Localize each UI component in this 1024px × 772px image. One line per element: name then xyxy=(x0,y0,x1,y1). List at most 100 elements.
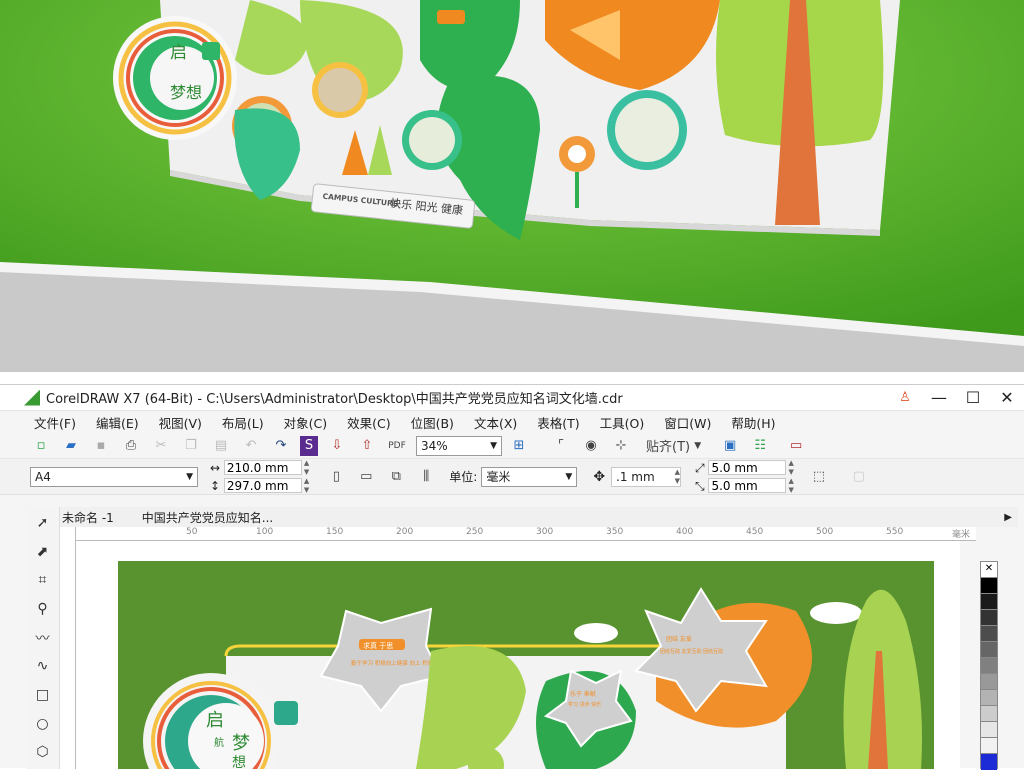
welcome-screen-icon[interactable]: ▣ xyxy=(719,436,741,456)
page-layout-icon[interactable]: ▢ xyxy=(848,467,870,487)
portrait-icon[interactable]: ▯ xyxy=(325,467,347,487)
pick-tool-icon[interactable]: ➚ xyxy=(30,511,56,535)
menu-file[interactable]: 文件(F) xyxy=(34,413,76,432)
ruler-tick: 550 xyxy=(886,527,904,537)
user-icon[interactable]: ♙ xyxy=(888,388,922,408)
undo-icon[interactable]: ↶ xyxy=(240,436,262,456)
dup-y-input[interactable] xyxy=(708,478,787,493)
swatch-90[interactable] xyxy=(981,594,997,610)
no-fill-swatch[interactable]: ✕ xyxy=(981,562,997,578)
close-button[interactable]: ✕ xyxy=(990,388,1024,408)
tab-untitled[interactable]: 未命名 -1 xyxy=(58,509,138,526)
nudge-distance-value: .1 mm xyxy=(616,469,655,484)
rectangle-tool-icon[interactable]: □ xyxy=(30,683,56,707)
ellipse-tool-icon[interactable]: ○ xyxy=(30,712,56,736)
swatch-70[interactable] xyxy=(981,626,997,642)
ruler-tick: 500 xyxy=(816,527,834,537)
all-pages-icon[interactable]: ⧉ xyxy=(385,467,407,487)
document-tabs: 未命名 -1 中国共产党党员应知名... ▶ xyxy=(58,507,1018,527)
ruler-tick: 100 xyxy=(256,527,274,537)
badge-text-top: 启 xyxy=(170,43,187,63)
nudge-distance-input[interactable]: .1 mm ▲ ▼ xyxy=(611,466,682,487)
star1-text: 勤于学习 积极向上健康 向上 积极 xyxy=(351,659,434,667)
menu-effects[interactable]: 效果(C) xyxy=(347,413,390,432)
swatch-80[interactable] xyxy=(981,610,997,626)
landscape-icon[interactable]: ▭ xyxy=(355,467,377,487)
open-folder-icon[interactable]: ▰ xyxy=(60,436,82,456)
width-spinner[interactable]: ▲ ▼ xyxy=(304,459,309,477)
menu-help[interactable]: 帮助(H) xyxy=(731,413,775,432)
current-page-icon[interactable]: ⫼ xyxy=(415,467,437,487)
menu-layout[interactable]: 布局(L) xyxy=(222,413,264,432)
page-height-input[interactable] xyxy=(223,478,302,493)
ruler-tick: 250 xyxy=(466,527,484,537)
swatch-5[interactable] xyxy=(981,738,997,754)
page-width-input[interactable] xyxy=(223,460,302,475)
search-content-icon[interactable]: S xyxy=(300,435,318,456)
copy-icon[interactable]: ❐ xyxy=(180,436,202,456)
star2-text: 学习 进步 快乐 xyxy=(568,701,601,708)
dup-x-spinner[interactable]: ▲ ▼ xyxy=(788,459,793,477)
chevron-down-icon: ▼ xyxy=(186,471,193,482)
shape-tool-icon[interactable]: ⬈ xyxy=(30,540,56,564)
drawing-canvas[interactable]: 启 航 梦 想 求真 于思 勤于学习 积极向上健康 向上 积极 乐于 奉献 学习… xyxy=(76,541,960,772)
full-screen-icon[interactable]: ⊞ xyxy=(508,436,530,456)
save-icon[interactable]: ▪ xyxy=(90,436,112,456)
freehand-tool-icon[interactable]: 〰 xyxy=(30,626,56,650)
vertical-ruler xyxy=(60,527,76,769)
snap-to-menu[interactable]: 贴齐(T) ▼ xyxy=(646,436,701,456)
dup-x-input[interactable] xyxy=(708,460,787,475)
zoom-tool-icon[interactable]: ⚲ xyxy=(30,597,56,621)
nudge-spinner[interactable]: ▲ ▼ xyxy=(675,468,680,486)
minimize-button[interactable]: — xyxy=(922,388,956,408)
menu-bar: 文件(F) 编辑(E) 视图(V) 布局(L) 对象(C) 效果(C) 位图(B… xyxy=(0,411,1024,433)
swatch-10[interactable] xyxy=(981,722,997,738)
dup-y-spinner[interactable]: ▲ ▼ xyxy=(788,477,793,495)
tab-scroll-right-icon[interactable]: ▶ xyxy=(1004,512,1018,523)
snap-to-label: 贴齐(T) xyxy=(646,440,691,455)
height-icon: ↕ xyxy=(210,478,224,493)
swatch-black[interactable] xyxy=(981,578,997,594)
chevron-down-icon: ▼ xyxy=(565,471,573,482)
coreldraw-logo-icon xyxy=(24,389,40,406)
new-document-icon[interactable]: ▫ xyxy=(30,436,52,456)
title-bar: CorelDRAW X7 (64-Bit) - C:\Users\Adminis… xyxy=(0,385,1024,411)
paste-icon[interactable]: ▤ xyxy=(210,436,232,456)
import-icon[interactable]: ⇩ xyxy=(326,436,348,456)
crop-tool-icon[interactable]: ⌗ xyxy=(30,568,56,592)
star2-title: 乐于 奉献 xyxy=(570,690,596,698)
print-icon[interactable]: ⎙ xyxy=(120,436,142,456)
menu-object[interactable]: 对象(C) xyxy=(284,413,327,432)
menu-window[interactable]: 窗口(W) xyxy=(664,413,711,432)
menu-table[interactable]: 表格(T) xyxy=(537,413,579,432)
menu-bitmap[interactable]: 位图(B) xyxy=(411,413,454,432)
publish-pdf-icon[interactable]: PDF xyxy=(386,436,408,456)
launch-app-icon[interactable]: ▭ xyxy=(785,436,807,456)
artistic-media-icon[interactable]: ∿ xyxy=(30,654,56,678)
swatch-40[interactable] xyxy=(981,674,997,690)
swatch-60[interactable] xyxy=(981,642,997,658)
menu-view[interactable]: 视图(V) xyxy=(159,413,202,432)
page-frame-icon[interactable]: ⌜ xyxy=(550,436,572,456)
redo-icon[interactable]: ↷ xyxy=(270,436,292,456)
view-icon[interactable]: ◉ xyxy=(580,436,602,456)
maximize-button[interactable]: ☐ xyxy=(956,388,990,408)
menu-text[interactable]: 文本(X) xyxy=(474,413,517,432)
export-icon[interactable]: ⇧ xyxy=(356,436,378,456)
page-size-select[interactable]: A4 ▼ xyxy=(30,466,198,487)
menu-tools[interactable]: 工具(O) xyxy=(600,413,645,432)
swatch-20[interactable] xyxy=(981,706,997,722)
menu-edit[interactable]: 编辑(E) xyxy=(96,413,139,432)
edit-bleed-icon[interactable]: ⬚ xyxy=(808,467,830,487)
options-icon[interactable]: ☷ xyxy=(749,436,771,456)
swatch-50[interactable] xyxy=(981,658,997,674)
height-spinner[interactable]: ▲ ▼ xyxy=(304,477,309,495)
window-title: CorelDRAW X7 (64-Bit) - C:\Users\Adminis… xyxy=(46,392,623,407)
unit-select[interactable]: 毫米 ▼ xyxy=(481,466,578,487)
zoom-level-select[interactable]: 34% ▼ xyxy=(416,435,502,456)
polygon-tool-icon[interactable]: ⬡ xyxy=(30,740,56,764)
cut-icon[interactable]: ✂ xyxy=(150,436,172,456)
tab-culture-wall[interactable]: 中国共产党党员应知名... xyxy=(138,509,297,526)
swatch-30[interactable] xyxy=(981,690,997,706)
rulers-icon[interactable]: ⊹ xyxy=(610,436,632,456)
